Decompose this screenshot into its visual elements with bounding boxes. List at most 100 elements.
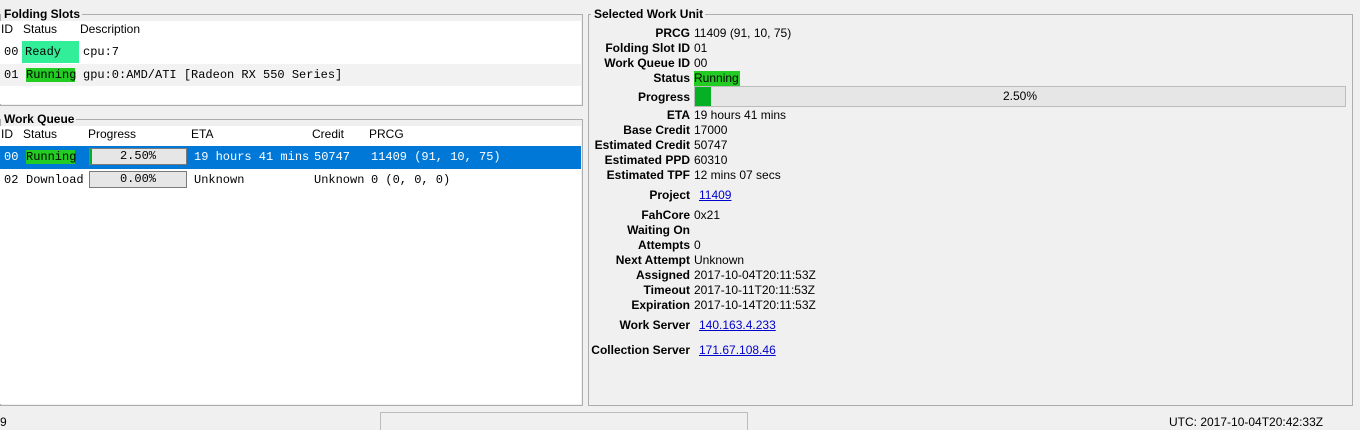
field-label: Base Credit [623, 123, 690, 137]
field-base-credit: Base Credit 17000 [589, 123, 989, 138]
slot-id: 00 [4, 45, 19, 59]
column-header-status[interactable]: Status [23, 126, 57, 143]
slot-row[interactable]: 01 Running gpu:0:AMD/ATI [Radeon RX 550 … [0, 64, 581, 86]
field-eta: ETA 19 hours 41 mins [589, 108, 989, 123]
status-badge: Running [694, 71, 740, 86]
field-label: Next Attempt [615, 253, 690, 267]
queue-row[interactable]: 02 Download 0.00% Unknown Unknown 0 (0, … [0, 169, 581, 191]
field-value: 0 [694, 238, 701, 252]
work-queue-title: Work Queue [1, 112, 77, 126]
slot-row[interactable]: 00 Ready cpu:7 [0, 41, 581, 63]
field-status: Status Running [589, 71, 989, 86]
field-waiting-on: Waiting On [589, 223, 989, 238]
field-progress: Progress 2.50% [589, 86, 1346, 108]
slot-id: 01 [4, 68, 19, 82]
field-project: Project 11409 [589, 188, 989, 203]
field-label: Waiting On [627, 223, 690, 237]
field-collection-server: Collection Server 171.67.108.46 [589, 343, 989, 358]
queue-prcg: 11409 (91, 10, 75) [371, 150, 501, 164]
field-value: 11409 (91, 10, 75) [694, 26, 792, 40]
status-bar-utc-time: UTC: 2017-10-04T20:42:33Z [1169, 415, 1324, 429]
field-label: Assigned [635, 268, 690, 282]
queue-status: Download [26, 173, 84, 187]
field-estimated-credit: Estimated Credit 50747 [589, 138, 989, 153]
progress-text: 0.00% [119, 172, 156, 186]
queue-status: Running [26, 150, 77, 164]
field-value: 2017-10-11T20:11:53Z [694, 283, 815, 297]
field-value: 60310 [694, 153, 728, 167]
field-label: ETA [666, 108, 690, 122]
folding-slots-title: Folding Slots [1, 7, 82, 21]
selected-progress-bar: 2.50% [694, 86, 1346, 107]
field-label: Work Server [619, 318, 690, 332]
project-link[interactable]: 11409 [699, 188, 731, 203]
field-assigned: Assigned 2017-10-04T20:11:53Z [589, 268, 989, 283]
field-label: PRCG [655, 26, 690, 40]
queue-credit: 50747 [314, 150, 351, 164]
field-label: Estimated Credit [594, 138, 690, 152]
field-value: 2017-10-14T20:11:53Z [694, 298, 816, 312]
column-header-id[interactable]: ID [1, 21, 13, 38]
field-label: Status [653, 71, 690, 85]
work-queue-list[interactable]: ID Status Progress ETA Credit PRCG 00 Ru… [0, 126, 581, 404]
status-bar-progress [380, 412, 748, 430]
field-value: 01 [694, 41, 708, 55]
field-value: 17000 [694, 123, 728, 137]
field-prcg: PRCG 11409 (91, 10, 75) [589, 26, 989, 41]
field-expiration: Expiration 2017-10-14T20:11:53Z [589, 298, 989, 313]
column-header-eta[interactable]: ETA [191, 126, 213, 143]
field-work-queue-id: Work Queue ID 00 [589, 56, 989, 71]
field-label: Collection Server [591, 343, 690, 357]
field-label: Folding Slot ID [605, 41, 690, 55]
field-attempts: Attempts 0 [589, 238, 989, 253]
field-label: Work Queue ID [604, 56, 690, 70]
collection-server-link[interactable]: 171.67.108.46 [699, 343, 776, 358]
field-value: 12 mins 07 secs [694, 168, 781, 182]
column-header-status[interactable]: Status [23, 21, 57, 38]
selected-work-unit-title: Selected Work Unit [591, 7, 706, 21]
field-label: Expiration [631, 298, 690, 312]
field-value: 50747 [694, 138, 728, 152]
progress-text: 2.50% [1002, 89, 1038, 103]
queue-progress-bar: 0.00% [89, 171, 187, 188]
field-estimated-ppd: Estimated PPD 60310 [589, 153, 989, 168]
field-label: Estimated TPF [606, 168, 690, 182]
column-header-id[interactable]: ID [1, 126, 13, 143]
queue-progress-bar: 2.50% [89, 148, 187, 165]
slot-description: cpu:7 [83, 45, 120, 59]
queue-row-selected[interactable]: 00 Running 2.50% 19 hours 41 mins 50747 … [0, 146, 581, 169]
field-value: Unknown [694, 253, 745, 267]
column-header-progress[interactable]: Progress [88, 126, 136, 143]
field-value: 2017-10-04T20:11:53Z [694, 268, 816, 282]
field-timeout: Timeout 2017-10-11T20:11:53Z [589, 283, 989, 298]
queue-id: 02 [4, 173, 19, 187]
slot-description: gpu:0:AMD/ATI [Radeon RX 550 Series] [83, 68, 343, 82]
folding-slots-group: Folding Slots ID Status Description 00 R… [0, 7, 583, 106]
status-bar: 9 UTC: 2017-10-04T20:42:33Z [0, 410, 1360, 430]
queue-eta: 19 hours 41 mins [194, 150, 310, 164]
slot-status: Ready [22, 41, 79, 63]
field-value: 0x21 [694, 208, 721, 222]
work-queue-group: Work Queue ID Status Progress ETA Credit… [0, 112, 583, 406]
column-header-description[interactable]: Description [80, 21, 140, 38]
field-next-attempt: Next Attempt Unknown [589, 253, 989, 268]
column-header-credit[interactable]: Credit [312, 126, 344, 143]
work-server-link[interactable]: 140.163.4.233 [699, 318, 776, 333]
slot-status: Running [26, 68, 77, 82]
progress-text: 2.50% [119, 149, 156, 163]
field-folding-slot-id: Folding Slot ID 01 [589, 41, 989, 56]
field-work-server: Work Server 140.163.4.233 [589, 318, 989, 333]
queue-eta: Unknown [194, 173, 245, 187]
field-label: FahCore [641, 208, 690, 222]
field-label: Estimated PPD [604, 153, 690, 167]
queue-id: 00 [4, 150, 19, 164]
queue-prcg: 0 (0, 0, 0) [371, 173, 451, 187]
field-value: 19 hours 41 mins [694, 108, 787, 122]
selected-work-unit-group: Selected Work Unit PRCG 11409 (91, 10, 7… [588, 7, 1353, 406]
field-label: Attempts [637, 238, 690, 252]
folding-slots-list[interactable]: ID Status Description 00 Ready cpu:7 01 … [0, 21, 581, 104]
field-label: Timeout [643, 283, 690, 297]
column-header-prcg[interactable]: PRCG [369, 126, 404, 143]
queue-credit: Unknown [314, 173, 365, 187]
field-label: Project [649, 188, 690, 202]
